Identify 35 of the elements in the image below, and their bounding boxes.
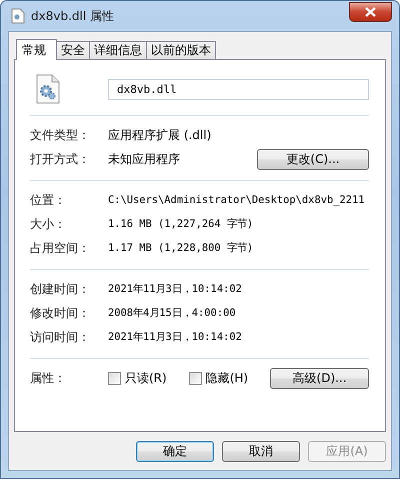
field-value: 2008年4月15日，4:00:00 <box>108 306 237 320</box>
file-icon <box>11 8 25 24</box>
field-label: 访问时间： <box>30 328 91 346</box>
field-label: 创建时间： <box>30 280 91 298</box>
tab[interactable]: 详细信息 <box>89 41 147 59</box>
checkbox[interactable] <box>108 372 121 384</box>
file-name-field[interactable]: dx8vb.dll <box>108 78 369 100</box>
field-value: 未知应用程序 <box>108 150 181 168</box>
close-button[interactable] <box>349 2 392 22</box>
field-value: 1.16 MB (1,227,264 字节) <box>108 217 254 231</box>
field-value: 1.17 MB (1,228,800 字节) <box>108 241 254 255</box>
tab[interactable]: 以前的版本 <box>146 41 216 59</box>
field-label: 文件类型： <box>30 126 91 144</box>
checkbox[interactable] <box>188 372 202 384</box>
window-title: dx8vb.dll 属性 <box>31 8 115 24</box>
field-value: 应用程序扩展 (.dll) <box>108 126 212 144</box>
checkbox-label[interactable]: 只读(R) <box>125 370 167 386</box>
checkbox-label[interactable]: 隐藏(H) <box>206 370 248 386</box>
dialog-button[interactable]: 确定 <box>136 440 214 462</box>
tab[interactable]: 安全 <box>56 41 90 59</box>
field-value: 2021年11月3日，10:14:02 <box>108 330 243 344</box>
field-label: 修改时间： <box>30 304 91 322</box>
field-label: 大小： <box>30 216 67 232</box>
field-label: 打开方式： <box>30 150 91 168</box>
field-label: 位置： <box>30 192 67 208</box>
field-value: C:\Users\Administrator\Desktop\dx8vb_2211 <box>108 194 366 206</box>
change-button[interactable]: 更改(C)... <box>257 148 369 170</box>
tab[interactable]: 常规 <box>16 39 57 60</box>
field-label: 属性： <box>30 370 67 386</box>
gear-file-icon <box>36 74 60 104</box>
field-label: 占用空间： <box>30 240 91 256</box>
close-icon <box>365 7 376 17</box>
field-value: 2021年11月3日，10:14:02 <box>108 282 243 296</box>
dialog-button[interactable]: 取消 <box>222 440 300 462</box>
advanced-button[interactable]: 高级(D)... <box>270 368 369 388</box>
